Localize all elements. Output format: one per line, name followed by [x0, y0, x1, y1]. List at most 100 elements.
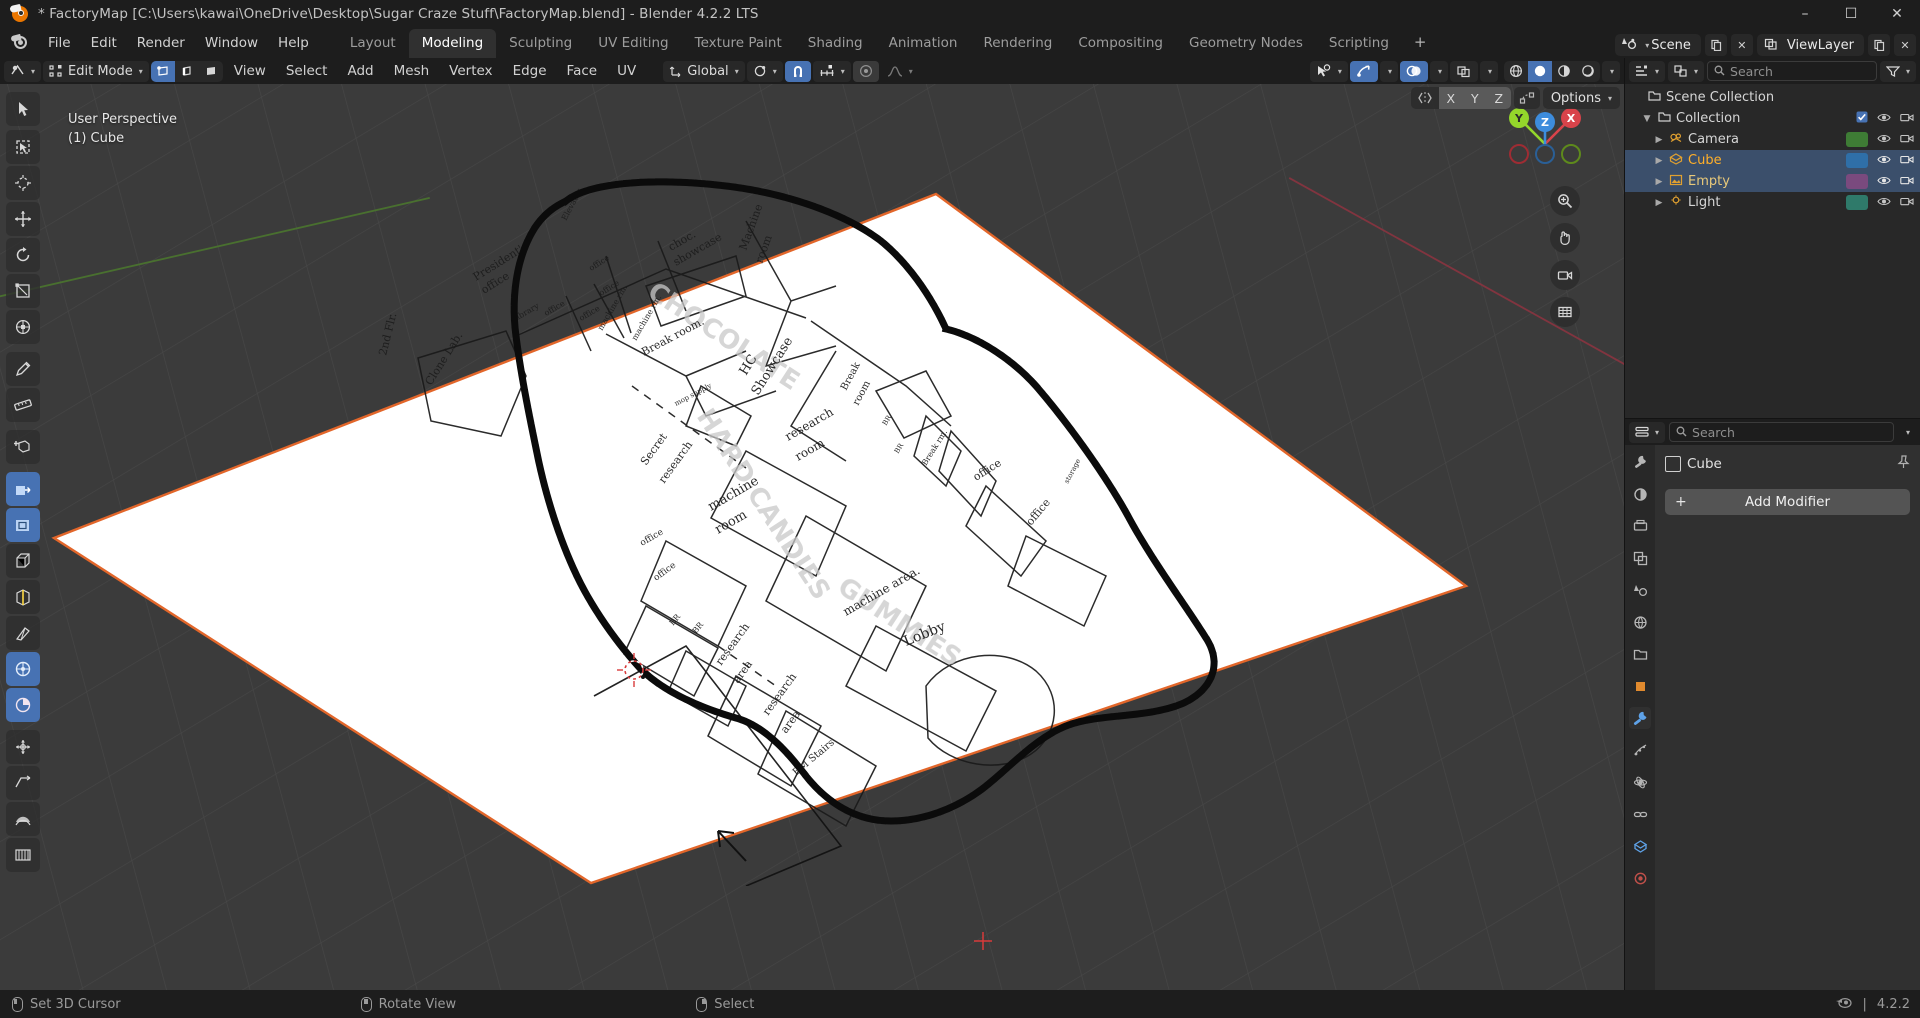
viewport-menu-vertex[interactable]: Vertex: [440, 63, 501, 79]
select-box-tool[interactable]: [6, 130, 40, 164]
pin-icon[interactable]: [1897, 455, 1910, 473]
toggle-ortho-icon[interactable]: [1550, 297, 1580, 327]
maximize-button[interactable]: ☐: [1828, 0, 1874, 28]
twisty-icon[interactable]: ▶: [1651, 177, 1667, 187]
menu-edit[interactable]: Edit: [81, 32, 127, 54]
constraints-tab[interactable]: [1629, 803, 1651, 825]
empty-data-chip[interactable]: [1846, 174, 1868, 189]
inset-faces-tool[interactable]: [6, 508, 40, 542]
unlink-scene-icon[interactable]: ✕: [1730, 34, 1753, 56]
world-tab[interactable]: [1629, 611, 1651, 633]
outliner-editor-icon[interactable]: ▾: [1629, 60, 1666, 82]
scene-tab[interactable]: [1629, 579, 1651, 601]
properties-options-caret-icon[interactable]: ▾: [1898, 422, 1916, 443]
outliner-row-collection[interactable]: ▼ Collection: [1625, 108, 1920, 129]
tab-texture-paint[interactable]: Texture Paint: [682, 29, 795, 58]
tab-layout[interactable]: Layout: [337, 29, 409, 58]
overlay-options-caret-icon[interactable]: ▾: [1429, 60, 1448, 82]
particles-tab[interactable]: [1629, 739, 1651, 761]
gizmo-axis-x[interactable]: X: [1561, 108, 1581, 128]
annotate-tool[interactable]: [6, 352, 40, 386]
properties-editor[interactable]: ▾ Search ▾ Cube + Add Modifier: [1624, 418, 1920, 990]
solid-shading-icon[interactable]: [1527, 60, 1552, 82]
properties-editor-icon[interactable]: ▾: [1629, 421, 1666, 443]
tab-compositing[interactable]: Compositing: [1065, 29, 1176, 58]
tab-scripting[interactable]: Scripting: [1316, 29, 1402, 58]
new-viewlayer-icon[interactable]: [1868, 34, 1890, 56]
mirror-axis-x[interactable]: X: [1438, 87, 1463, 109]
gizmo-toggle-icon[interactable]: [1349, 60, 1378, 82]
overlays-toggle-icon[interactable]: [1399, 60, 1428, 82]
viewport-menu-view[interactable]: View: [225, 63, 275, 79]
menu-render[interactable]: Render: [127, 32, 195, 54]
camera-icon[interactable]: [1900, 112, 1914, 126]
gizmo-axis-neg-z[interactable]: [1535, 144, 1555, 164]
tab-animation[interactable]: Animation: [876, 29, 971, 58]
material-preview-icon[interactable]: [1552, 61, 1576, 82]
transform-tool[interactable]: [6, 310, 40, 344]
zoom-view-icon[interactable]: [1550, 186, 1580, 216]
scale-tool[interactable]: [6, 274, 40, 308]
add-cube-tool[interactable]: [6, 430, 40, 464]
knife-tool[interactable]: [6, 616, 40, 650]
tab-geometry-nodes[interactable]: Geometry Nodes: [1176, 29, 1316, 58]
twisty-icon[interactable]: ▶: [1651, 198, 1667, 208]
shrink-fatten-tool[interactable]: [6, 802, 40, 836]
outliner-search-input[interactable]: Search: [1707, 61, 1877, 81]
properties-search-input[interactable]: Search: [1669, 422, 1894, 442]
rendered-shading-icon[interactable]: [1576, 61, 1600, 82]
loop-cut-tool[interactable]: [6, 580, 40, 614]
tool-tab[interactable]: [1629, 451, 1651, 473]
camera-icon[interactable]: [1900, 154, 1914, 168]
modifier-tab[interactable]: [1629, 707, 1651, 729]
object-tab[interactable]: [1629, 675, 1651, 697]
add-modifier-button[interactable]: + Add Modifier: [1665, 489, 1910, 515]
move-tool[interactable]: [6, 202, 40, 236]
eye-icon[interactable]: [1877, 154, 1891, 168]
close-button[interactable]: ✕: [1874, 0, 1920, 28]
eye-icon[interactable]: [1877, 133, 1891, 147]
topology-mirror-icon[interactable]: [1514, 87, 1540, 109]
tab-uv-editing[interactable]: UV Editing: [585, 29, 681, 58]
gizmo-axis-z[interactable]: Z: [1535, 112, 1555, 132]
physics-tab[interactable]: [1629, 771, 1651, 793]
checkbox-icon[interactable]: [1856, 111, 1868, 126]
twisty-icon[interactable]: ▼: [1639, 114, 1655, 124]
transform-orientation-selector[interactable]: Global ▾: [663, 60, 745, 82]
minimize-button[interactable]: –: [1782, 0, 1828, 28]
gizmo-axis-neg-x[interactable]: [1509, 144, 1529, 164]
editor-type-3dview-icon[interactable]: ▾: [4, 60, 42, 82]
bevel-tool[interactable]: [6, 544, 40, 578]
gizmo-axis-y[interactable]: Y: [1509, 108, 1529, 128]
mirror-axis-y[interactable]: Y: [1462, 87, 1487, 109]
eye-icon[interactable]: [1877, 175, 1891, 189]
gizmo-axis-neg-y[interactable]: [1561, 144, 1581, 164]
collection-tab[interactable]: [1629, 643, 1651, 665]
viewport-menu-add[interactable]: Add: [338, 63, 382, 79]
tab-rendering[interactable]: Rendering: [970, 29, 1065, 58]
spin-tool[interactable]: [6, 688, 40, 722]
new-scene-icon[interactable]: [1704, 34, 1727, 56]
filter-icon[interactable]: ▾: [1879, 60, 1916, 82]
xray-toggle-icon[interactable]: [1449, 60, 1478, 82]
interaction-mode-selector[interactable]: Edit Mode ▾: [43, 60, 149, 82]
wireframe-shading-icon[interactable]: [1504, 61, 1528, 82]
face-select-icon[interactable]: [199, 61, 223, 82]
viewport-menu-select[interactable]: Select: [277, 63, 337, 79]
vertex-select-icon[interactable]: [150, 60, 175, 82]
outliner-row-scene-collection[interactable]: Scene Collection: [1625, 87, 1920, 108]
light-data-chip[interactable]: [1846, 195, 1868, 210]
outliner-row-camera[interactable]: ▶ Camera: [1625, 129, 1920, 150]
extrude-region-tool[interactable]: [6, 472, 40, 506]
pivot-point-icon[interactable]: ▾: [746, 60, 783, 82]
3d-viewport[interactable]: CHOCOLATE HARD CANDIES GUMMIES President…: [0, 58, 1624, 990]
edge-slide-tool[interactable]: [6, 766, 40, 800]
menu-help[interactable]: Help: [268, 32, 319, 54]
menu-window[interactable]: Window: [195, 32, 268, 54]
outliner-row-cube[interactable]: ▶ Cube: [1625, 150, 1920, 171]
cursor-tool[interactable]: [6, 166, 40, 200]
show-gizmo-icon[interactable]: ▾: [1309, 60, 1348, 82]
tab-sculpting[interactable]: Sculpting: [496, 29, 585, 58]
output-tab[interactable]: [1629, 515, 1651, 537]
pan-view-icon[interactable]: [1550, 223, 1580, 253]
